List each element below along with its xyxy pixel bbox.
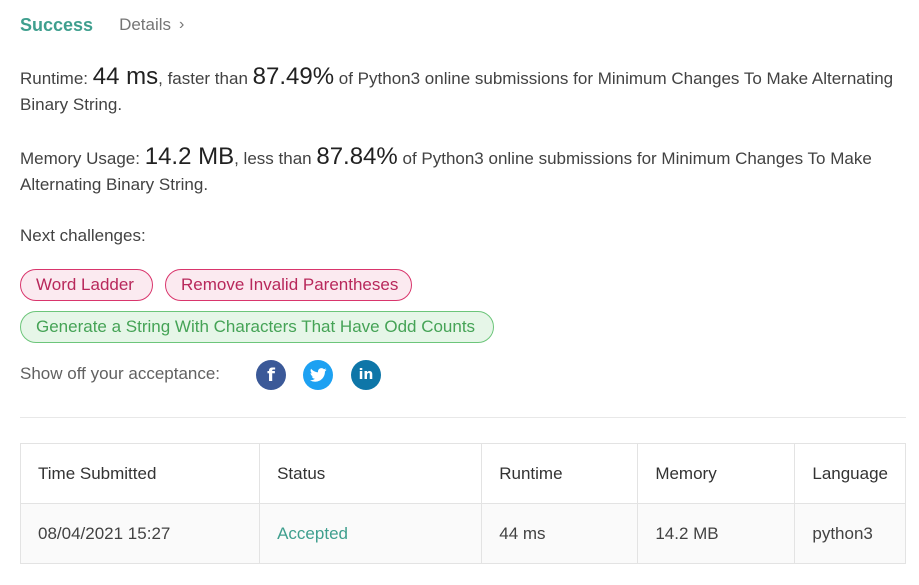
runtime-stat: Runtime: 44 ms, faster than 87.49% of Py…: [20, 64, 900, 118]
memory-label: Memory Usage:: [20, 149, 140, 168]
table-row: 08/04/2021 15:27 Accepted 44 ms 14.2 MB …: [19, 503, 906, 564]
facebook-icon[interactable]: f: [256, 360, 286, 390]
details-label[interactable]: Details: [119, 15, 171, 35]
details-link[interactable]: Details ›: [119, 15, 184, 35]
column-header-time-submitted: Time Submitted: [19, 443, 261, 504]
cell-status-link[interactable]: Accepted: [259, 503, 483, 564]
memory-stat: Memory Usage: 14.2 MB, less than 87.84% …: [20, 144, 900, 198]
runtime-comparison: , faster than: [158, 69, 248, 88]
column-header-runtime: Runtime: [481, 443, 639, 504]
next-challenges-label: Next challenges:: [20, 226, 146, 245]
memory-value: 14.2 MB: [144, 143, 235, 170]
cell-time-submitted: 08/04/2021 15:27: [19, 503, 261, 564]
column-header-language: Language: [794, 443, 906, 504]
result-header: Success Details ›: [20, 12, 184, 38]
memory-percent: 87.84%: [316, 143, 398, 170]
table-header-row: Time Submitted Status Runtime Memory Lan…: [19, 443, 906, 504]
cell-memory: 14.2 MB: [637, 503, 796, 564]
twitter-icon[interactable]: [303, 360, 333, 390]
section-divider: [20, 417, 906, 418]
runtime-percent: 87.49%: [252, 63, 335, 90]
status-title[interactable]: Success: [20, 15, 93, 36]
cell-language: python3: [794, 503, 906, 564]
column-header-status: Status: [259, 443, 483, 504]
runtime-label: Runtime:: [20, 69, 89, 88]
challenge-tag-generate-string[interactable]: Generate a String With Characters That H…: [20, 311, 494, 343]
challenge-tag-remove-invalid-parentheses[interactable]: Remove Invalid Parentheses: [165, 269, 412, 301]
chevron-right-icon[interactable]: ›: [179, 16, 184, 34]
column-header-memory: Memory: [637, 443, 796, 504]
challenge-tag-word-ladder[interactable]: Word Ladder: [20, 269, 153, 301]
linkedin-icon[interactable]: in: [351, 360, 381, 390]
share-label: Show off your acceptance:: [20, 364, 221, 383]
memory-comparison: , less than: [234, 149, 312, 168]
runtime-value: 44 ms: [92, 63, 159, 90]
cell-runtime: 44 ms: [481, 503, 639, 564]
submissions-table: Time Submitted Status Runtime Memory Lan…: [19, 443, 906, 564]
